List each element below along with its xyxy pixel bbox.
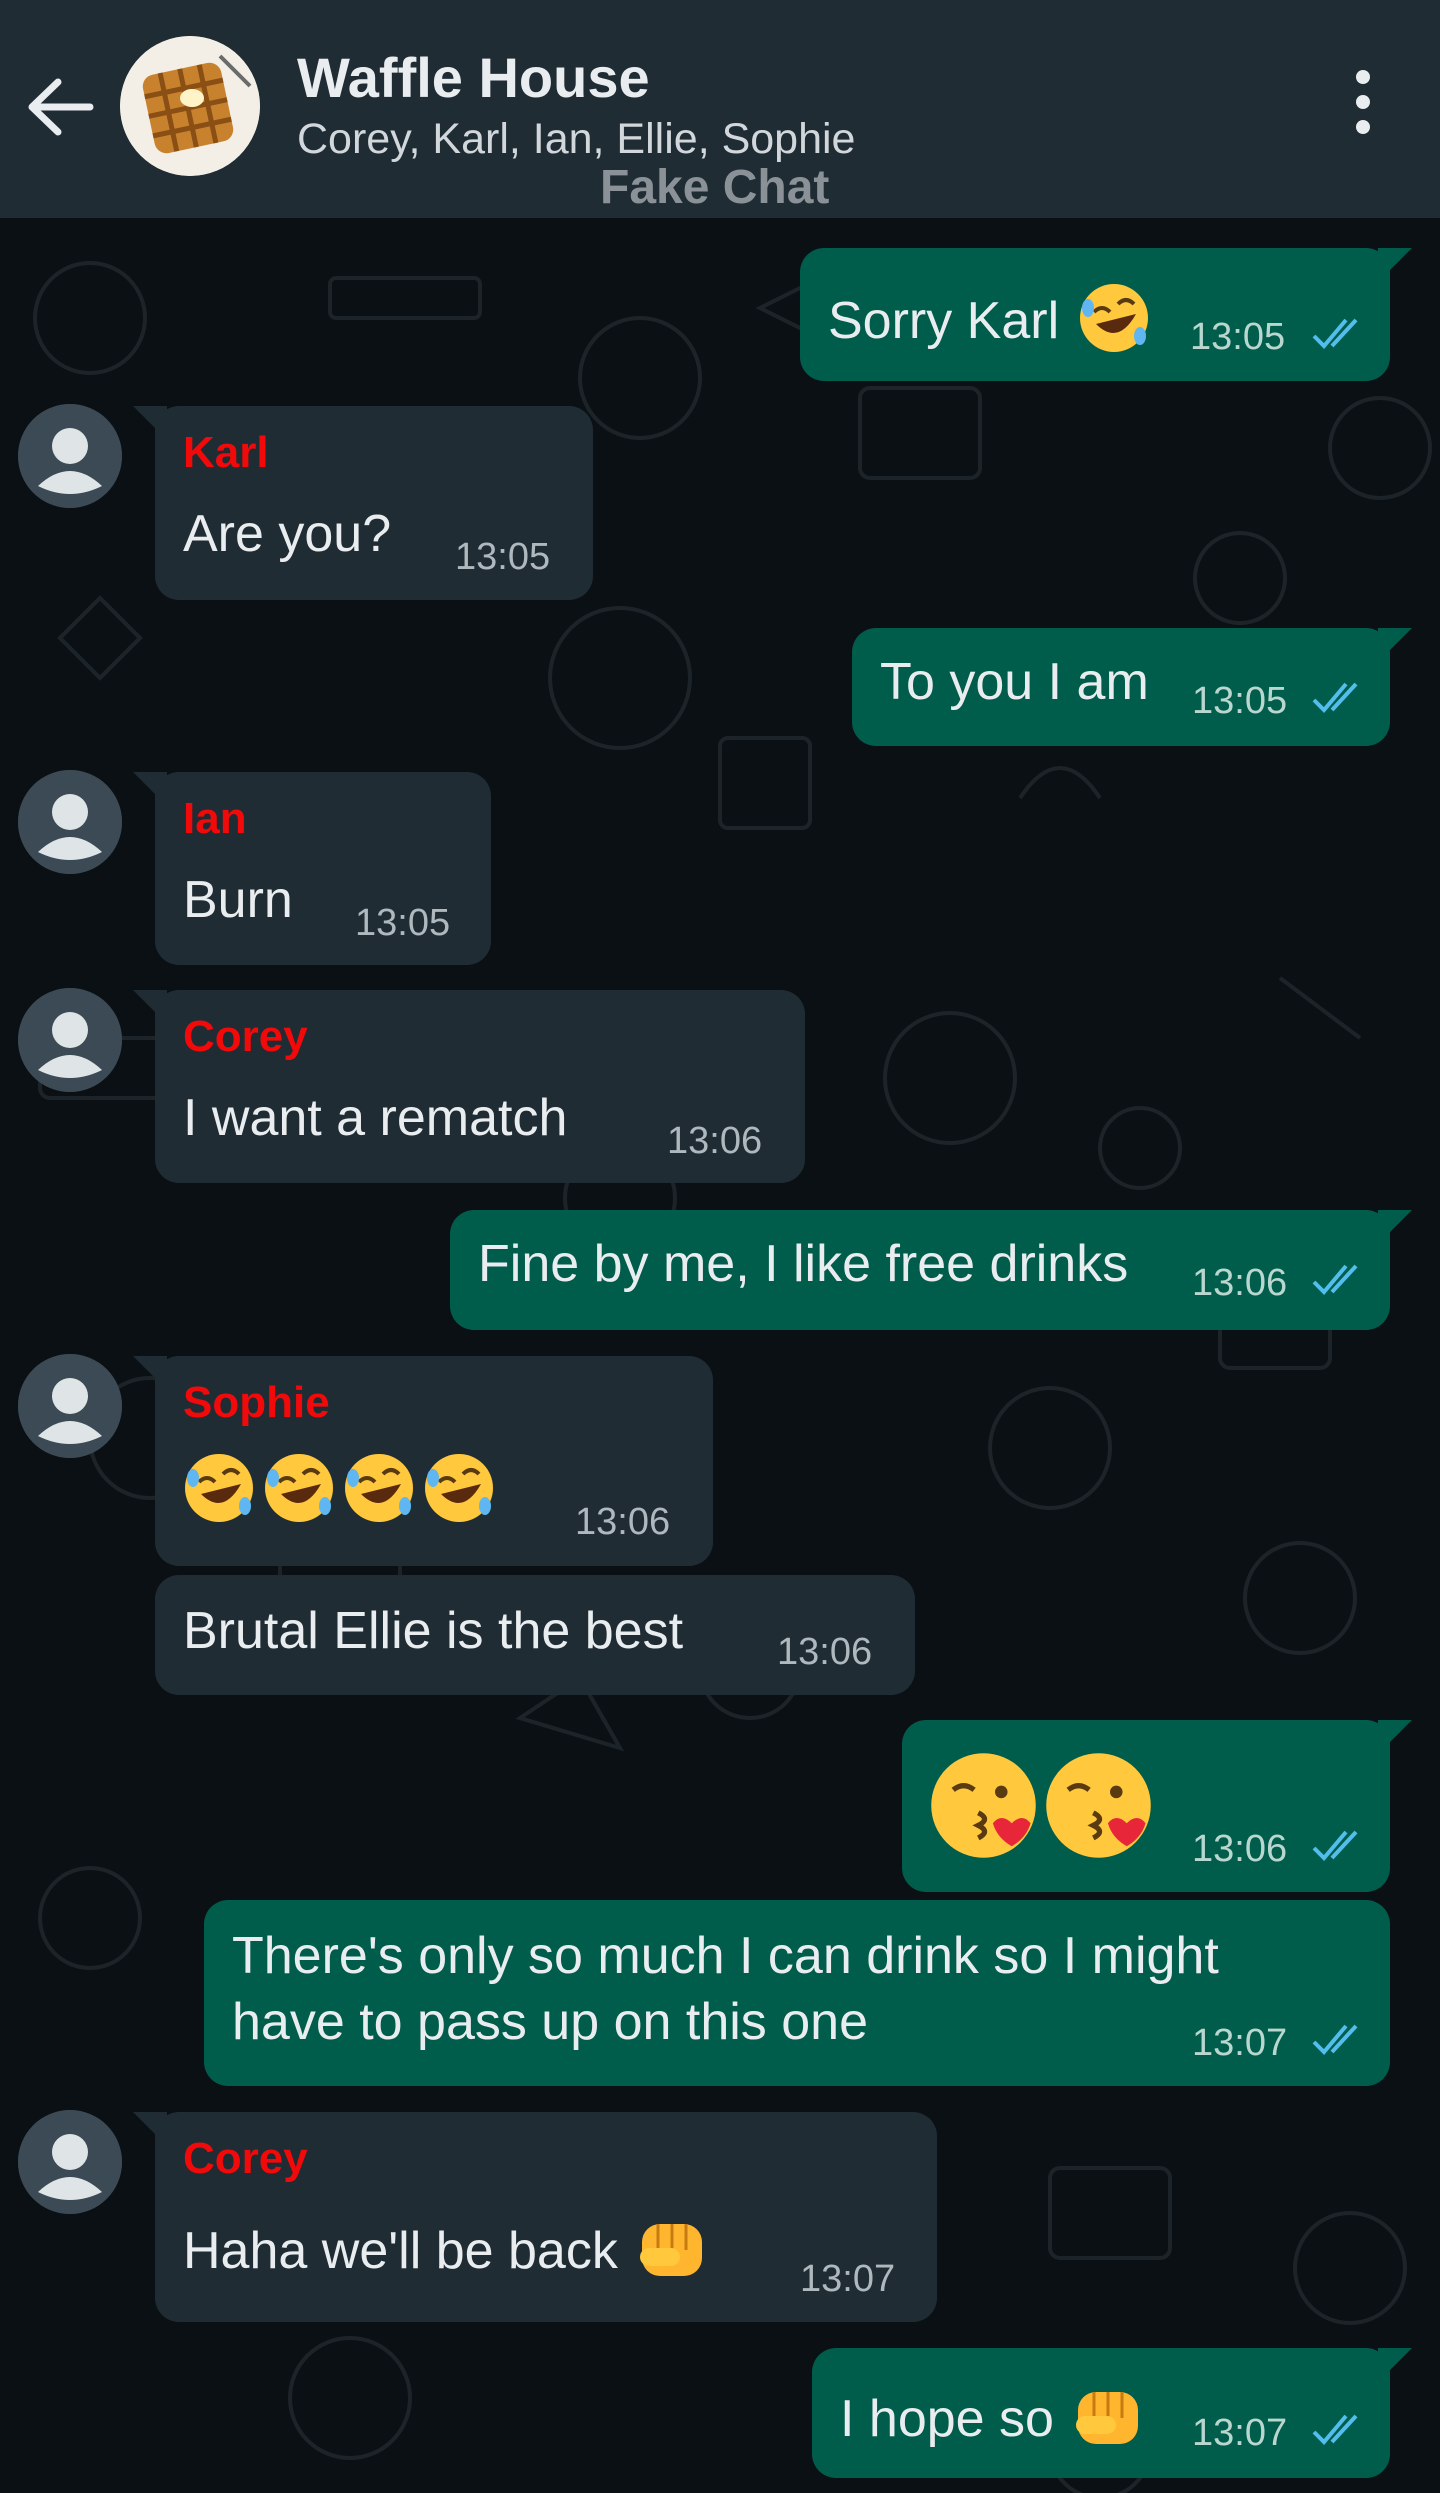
read-ticks-icon [1312,1830,1358,1861]
message-text: Sorry Karl [828,278,1154,371]
message-time: 13:07 [1192,2022,1288,2064]
message-bubble-incoming[interactable]: Corey Haha we'll be back 13:07 [133,2112,937,2322]
message-bubble-incoming[interactable]: Corey I want a rematch 13:06 [133,990,805,1183]
message-bubble-incoming[interactable]: Sophie 13:06 [133,1356,713,1566]
message-emoji-row [926,1748,1156,1876]
message-bubble-incoming[interactable]: Karl Are you? 13:05 [133,406,593,600]
read-ticks-icon [1312,1264,1358,1295]
message-bubble-outgoing[interactable]: Fine by me, I like free drinks 13:06 [450,1210,1412,1330]
message-time: 13:05 [1190,316,1286,358]
person-icon [18,988,122,1092]
message-text: To you I am [880,653,1149,711]
message-text: Haha we'll be back [183,2208,712,2301]
person-icon [18,1354,122,1458]
message-time: 13:06 [1192,1262,1288,1304]
message-bubble-incoming[interactable]: Ian Burn 13:05 [133,772,491,965]
sender-name[interactable]: Ian [183,794,247,844]
message-text: Burn [183,871,293,929]
avatar[interactable] [18,988,122,1092]
person-icon [18,770,122,874]
kiss-emoji-icon [1041,1748,1156,1876]
rofl-emoji-icon [419,1448,499,1541]
rofl-emoji-icon [259,1448,339,1541]
message-bubble-outgoing[interactable]: There's only so much I can drink so I mi… [204,1900,1390,2086]
message-text: Brutal Ellie is the best [183,1602,684,1660]
arrow-left-icon [28,78,94,136]
watermark: Fake Chat [600,161,830,214]
sender-name[interactable]: Sophie [183,1378,330,1428]
avatar[interactable] [18,404,122,508]
avatar[interactable] [18,770,122,874]
message-time: 13:05 [1192,680,1288,722]
fist-emoji-icon [1068,2376,1148,2469]
message-bubble-outgoing[interactable]: 13:06 [902,1720,1412,1892]
kiss-emoji-icon [926,1748,1041,1876]
avatar[interactable] [18,1354,122,1458]
chat-header: Waffle House Corey, Karl, Ian, Ellie, So… [0,0,1440,218]
message-time: 13:05 [355,902,451,944]
avatar[interactable] [18,2110,122,2214]
rofl-emoji-icon [179,1448,259,1541]
message-text: There's only so much I can drink so I mi… [232,1927,1219,1985]
read-ticks-icon [1312,682,1358,713]
message-time: 13:05 [455,536,551,578]
message-bubble-outgoing[interactable]: To you I am 13:05 [852,628,1412,746]
group-avatar[interactable] [120,36,260,176]
message-text: I hope so [840,2376,1148,2469]
participants-list[interactable]: Corey, Karl, Ian, Ellie, Sophie [297,115,855,164]
message-bubble-incoming[interactable]: Brutal Ellie is the best 13:06 [155,1575,915,1695]
menu-button[interactable] [1335,70,1391,146]
message-text-line2: have to pass up on this one [232,1993,869,2051]
message-time: 13:06 [667,1120,763,1162]
rofl-emoji-icon [339,1448,419,1541]
person-icon [18,404,122,508]
message-emoji-row [179,1448,499,1541]
read-ticks-icon [1312,2024,1358,2055]
read-ticks-icon [1312,318,1358,349]
fist-emoji-icon [632,2208,712,2301]
message-time: 13:06 [575,1501,671,1543]
message-bubble-outgoing[interactable]: I hope so 13:07 [812,2348,1412,2478]
rofl-emoji-icon [1074,278,1154,371]
message-time: 13:06 [1192,1828,1288,1870]
message-text: Fine by me, I like free drinks [478,1235,1129,1293]
more-vertical-icon [1335,70,1391,134]
group-name[interactable]: Waffle House [297,45,650,110]
sender-name[interactable]: Corey [183,1012,308,1062]
read-ticks-icon [1312,2414,1358,2445]
message-time: 13:07 [800,2258,896,2300]
message-time: 13:06 [777,1631,873,1673]
sender-name[interactable]: Corey [183,2134,308,2184]
waffle-icon [120,36,260,176]
message-text: I want a rematch [183,1089,568,1147]
message-text: Are you? [183,505,392,563]
message-time: 13:07 [1192,2412,1288,2454]
message-bubble-outgoing[interactable]: Sorry Karl 13:05 [800,248,1412,381]
back-button[interactable] [22,72,102,142]
sender-name[interactable]: Karl [183,428,269,478]
person-icon [18,2110,122,2214]
